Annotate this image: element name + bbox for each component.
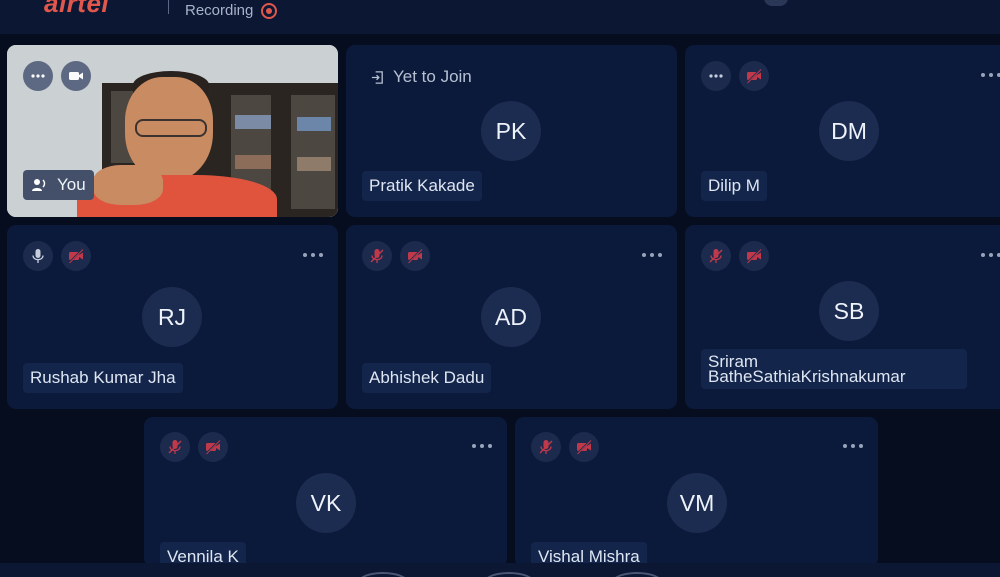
microphone-status-button[interactable] — [531, 432, 561, 462]
active-speaker-icon — [32, 179, 46, 191]
more-options-icon[interactable] — [472, 440, 492, 452]
camera-off-icon — [68, 248, 84, 264]
participant-avatar: VM — [667, 473, 727, 533]
camera-off-icon — [407, 248, 423, 264]
microphone-muted-icon — [168, 440, 182, 454]
camera-status-button[interactable] — [400, 241, 430, 271]
participant-avatar: SB — [819, 281, 879, 341]
more-options-icon[interactable] — [981, 249, 1000, 261]
participant-avatar: AD — [481, 287, 541, 347]
participant-tile: VM Vishal Mishra — [515, 417, 878, 567]
camera-status-button[interactable] — [61, 241, 91, 271]
camera-off-icon — [746, 68, 762, 84]
participant-avatar: PK — [481, 101, 541, 161]
more-options-icon[interactable] — [642, 249, 662, 261]
participant-name: Sriram BatheSathiaKrishnakumar — [701, 349, 967, 389]
recording-indicator-icon — [261, 3, 277, 19]
recording-label: Recording — [185, 2, 254, 19]
participant-avatar: DM — [819, 101, 879, 161]
camera-status-button[interactable] — [739, 241, 769, 271]
topbar-divider — [168, 0, 169, 14]
camera-status-button[interactable] — [739, 61, 769, 91]
participant-avatar: VK — [296, 473, 356, 533]
camera-status-button[interactable] — [198, 432, 228, 462]
more-options-icon[interactable] — [843, 440, 863, 452]
camera-icon — [69, 72, 83, 80]
camera-off-icon — [205, 439, 221, 455]
participant-avatar: RJ — [142, 287, 202, 347]
more-options-icon — [31, 74, 45, 78]
join-status-text: Yet to Join — [393, 67, 472, 86]
microphone-status-button[interactable] — [23, 241, 53, 271]
microphone-muted-icon — [370, 249, 384, 263]
more-options-icon[interactable] — [981, 69, 1000, 81]
app-logo: airtel — [44, 0, 110, 18]
self-label-chip: You — [23, 170, 94, 200]
participant-name: Rushab Kumar Jha — [23, 363, 183, 393]
self-label: You — [57, 175, 86, 194]
participant-name: Pratik Kakade — [362, 171, 482, 201]
microphone-muted-icon — [539, 440, 553, 454]
microphone-muted-icon — [709, 249, 723, 263]
participant-name: Abhishek Dadu — [362, 363, 492, 393]
top-bar: airtel Recording — [0, 0, 1000, 34]
yet-to-join-icon — [371, 70, 383, 84]
camera-off-icon — [576, 439, 592, 455]
participant-tile: AD Abhishek Dadu — [346, 225, 677, 409]
self-video-tile: You — [7, 45, 338, 217]
camera-off-icon — [746, 248, 762, 264]
participant-tile: RJ Rushab Kumar Jha — [7, 225, 338, 409]
join-status: Yet to Join — [370, 67, 472, 87]
more-options-icon — [709, 74, 723, 78]
microphone-status-button[interactable] — [362, 241, 392, 271]
top-user-avatar[interactable] — [764, 0, 788, 6]
self-more-options-button[interactable] — [23, 61, 53, 91]
participant-tile: Yet to Join PK Pratik Kakade — [346, 45, 677, 217]
more-options-button[interactable] — [701, 61, 731, 91]
camera-status-button[interactable] — [569, 432, 599, 462]
participant-name: Dilip M — [701, 171, 767, 201]
microphone-icon — [32, 249, 44, 263]
microphone-status-button[interactable] — [160, 432, 190, 462]
participant-tile: VK Vennila K — [144, 417, 507, 567]
microphone-status-button[interactable] — [701, 241, 731, 271]
participant-tile: DM Dilip M — [685, 45, 1000, 217]
participant-tile: SB Sriram BatheSathiaKrishnakumar — [685, 225, 1000, 409]
self-camera-button[interactable] — [61, 61, 91, 91]
more-options-icon[interactable] — [303, 249, 323, 261]
